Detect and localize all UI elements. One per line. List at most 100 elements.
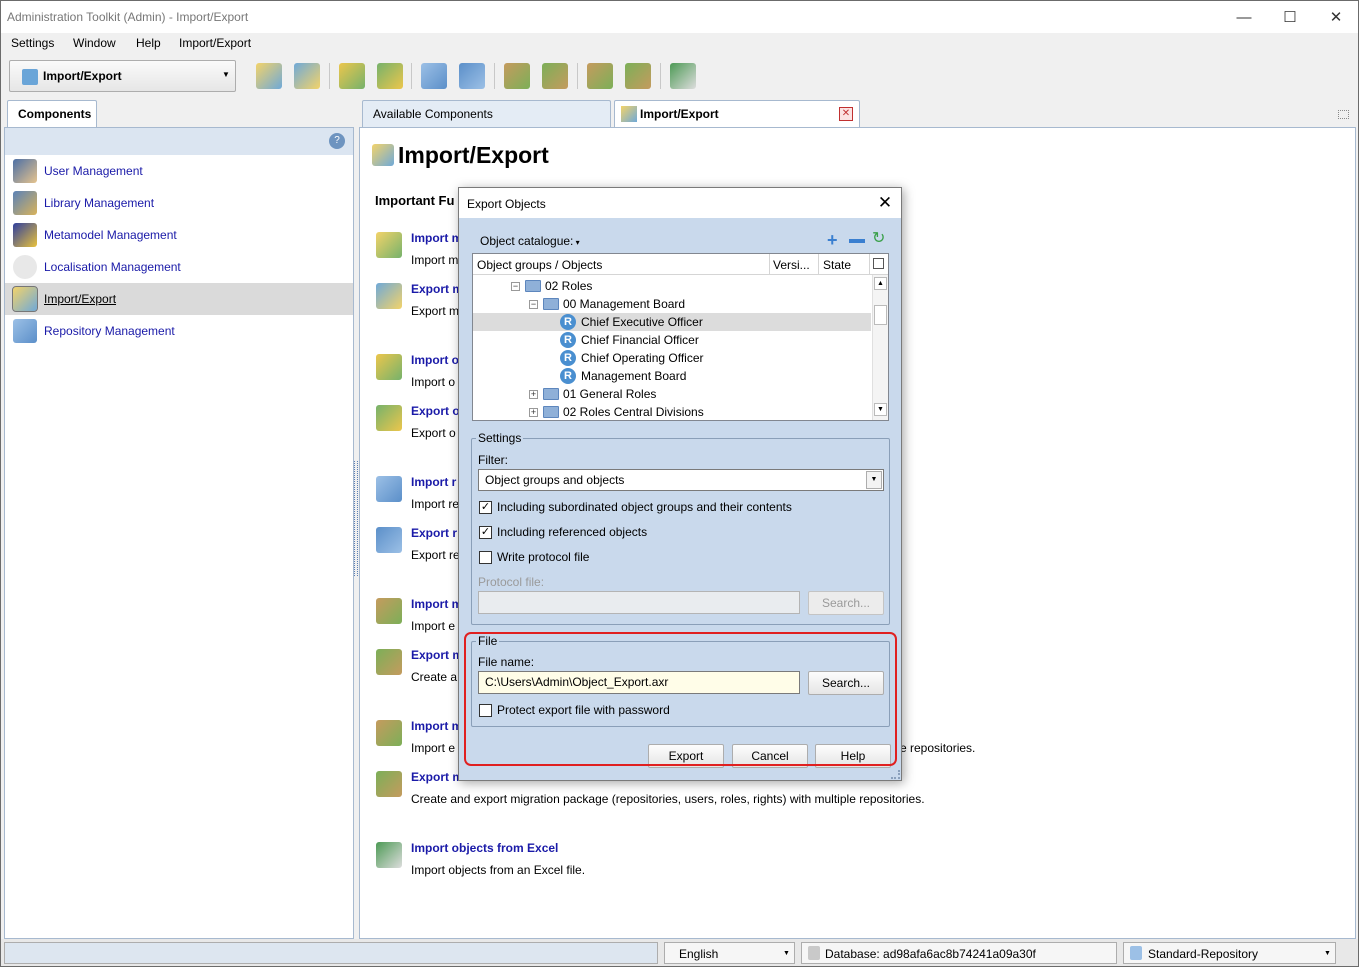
repository-dropdown[interactable]: Standard-Repository ▼ (1123, 942, 1336, 964)
function-link[interactable]: Export r (411, 526, 457, 540)
title-bar: Administration Toolkit (Admin) - Import/… (1, 1, 1358, 33)
tree-row[interactable]: R Chief Financial Officer (473, 331, 871, 349)
function-link[interactable]: Import m (411, 231, 462, 245)
menu-help[interactable]: Help (136, 36, 161, 50)
filter-dropdown[interactable]: Object groups and objects ▼ (478, 469, 884, 491)
menu-settings[interactable]: Settings (11, 36, 54, 50)
component-label: User Management (44, 164, 143, 178)
add-icon[interactable]: + (827, 231, 838, 249)
menu-window[interactable]: Window (73, 36, 116, 50)
export-repository-icon[interactable] (459, 63, 485, 89)
include-sub-label: Including subordinated object groups and… (497, 500, 792, 514)
dialog-title: Export Objects (467, 197, 546, 211)
import-migration-icon (376, 598, 402, 624)
function-link[interactable]: Export m (411, 282, 463, 296)
tree-row[interactable]: R Management Board (473, 367, 871, 385)
collapse-icon[interactable]: − (511, 282, 520, 291)
import-method-icon[interactable] (256, 63, 282, 89)
expand-icon[interactable]: + (529, 390, 538, 399)
export-migration-icon (376, 649, 402, 675)
tree-row-selected[interactable]: R Chief Executive Officer (473, 313, 871, 331)
function-link[interactable]: Import m (411, 597, 462, 611)
export-method-icon[interactable] (294, 63, 320, 89)
function-link[interactable]: Import m (411, 719, 462, 733)
object-catalogue-dropdown[interactable]: Object catalogue: ▾ (480, 234, 580, 248)
function-link[interactable]: Import o (411, 353, 459, 367)
export-migration-icon[interactable] (542, 63, 568, 89)
help-icon[interactable]: ? (329, 133, 345, 149)
component-localisation-management[interactable]: Localisation Management (5, 251, 353, 283)
filter-value: Object groups and objects (485, 473, 625, 487)
import-excel-icon[interactable] (670, 63, 696, 89)
close-tab-icon[interactable]: ✕ (839, 107, 853, 121)
object-tree: Object groups / Objects Versi... State −… (472, 253, 889, 421)
function-desc: Import e (411, 619, 456, 633)
component-metamodel-management[interactable]: Metamodel Management (5, 219, 353, 251)
resize-grip-icon[interactable] (891, 770, 900, 779)
menu-import-export[interactable]: Import/Export (179, 36, 251, 50)
component-user-management[interactable]: User Management (5, 155, 353, 187)
page-title: Import/Export (398, 142, 549, 168)
tree-row[interactable]: + 01 General Roles (473, 385, 871, 403)
function-link[interactable]: Export m (411, 648, 463, 662)
collapse-icon[interactable]: − (529, 300, 538, 309)
refresh-icon[interactable]: ↻ (872, 231, 885, 247)
function-desc: Import e (411, 741, 456, 755)
tree-row[interactable]: − 00 Management Board (473, 295, 871, 313)
import-objects-icon[interactable] (339, 63, 365, 89)
function-link[interactable]: Export o (411, 404, 460, 418)
layout-icon[interactable] (1338, 110, 1349, 119)
close-window-button[interactable]: ✕ (1313, 1, 1358, 33)
export-objects-icon[interactable] (377, 63, 403, 89)
remove-icon[interactable] (849, 239, 865, 243)
close-icon[interactable]: ✕ (871, 190, 899, 216)
column-header[interactable]: Object groups / Objects (477, 258, 602, 272)
tab-components[interactable]: Components (7, 100, 97, 127)
component-library-management[interactable]: Library Management (5, 187, 353, 219)
minimize-button[interactable]: — (1221, 1, 1267, 33)
tab-import-export[interactable]: Import/Export ✕ (614, 100, 860, 127)
tree-row[interactable]: − 02 Roles (473, 277, 871, 295)
function-link[interactable]: Import r (411, 475, 456, 489)
scroll-thumb[interactable] (874, 305, 887, 325)
column-header[interactable]: Versi... (773, 258, 810, 272)
include-sub-checkbox[interactable]: ✓ (479, 501, 492, 514)
column-chooser-icon[interactable] (873, 258, 884, 269)
component-label: Repository Management (44, 324, 175, 338)
include-ref-checkbox[interactable]: ✓ (479, 526, 492, 539)
protocol-file-label: Protocol file: (478, 575, 545, 589)
function-link[interactable]: Import objects from Excel (411, 841, 558, 855)
scroll-down-icon[interactable]: ▼ (874, 403, 887, 416)
import-repository-icon[interactable] (421, 63, 447, 89)
import-package-icon[interactable] (587, 63, 613, 89)
language-dropdown[interactable]: English ▼ (664, 942, 795, 964)
export-package-icon[interactable] (625, 63, 651, 89)
import-migration-icon[interactable] (504, 63, 530, 89)
tree-label: Management Board (581, 369, 687, 383)
maximize-button[interactable]: ☐ (1267, 1, 1313, 33)
scroll-up-icon[interactable]: ▲ (874, 277, 887, 290)
tree-row[interactable]: + 02 Roles Central Divisions (473, 403, 871, 421)
column-header[interactable]: State (823, 258, 851, 272)
perspective-label: Import/Export (43, 69, 122, 83)
database-icon (808, 946, 820, 960)
protocol-search-button[interactable]: Search... (808, 591, 884, 615)
expand-icon[interactable]: + (529, 408, 538, 417)
function-link[interactable]: Export m (411, 770, 463, 784)
write-protocol-checkbox[interactable] (479, 551, 492, 564)
tab-available-components[interactable]: Available Components (362, 100, 611, 127)
component-import-export[interactable]: Import/Export (5, 283, 353, 315)
splitter-handle[interactable] (354, 461, 358, 576)
perspective-dropdown[interactable]: Import/Export ▼ (9, 60, 236, 92)
menu-bar: Settings Window Help Import/Export (1, 33, 1358, 55)
tab-components-label: Components (18, 107, 92, 121)
tree-row[interactable]: R Chief Operating Officer (473, 349, 871, 367)
export-repository-icon (376, 527, 402, 553)
chevron-down-icon: ▼ (1324, 950, 1331, 957)
protocol-file-input[interactable] (478, 591, 800, 614)
component-repository-management[interactable]: Repository Management (5, 315, 353, 347)
chevron-down-icon[interactable]: ▼ (866, 471, 882, 489)
tree-scrollbar[interactable]: ▲ ▼ (872, 275, 888, 420)
import-objects-icon (376, 354, 402, 380)
settings-group: Settings Filter: Object groups and objec… (471, 431, 890, 625)
